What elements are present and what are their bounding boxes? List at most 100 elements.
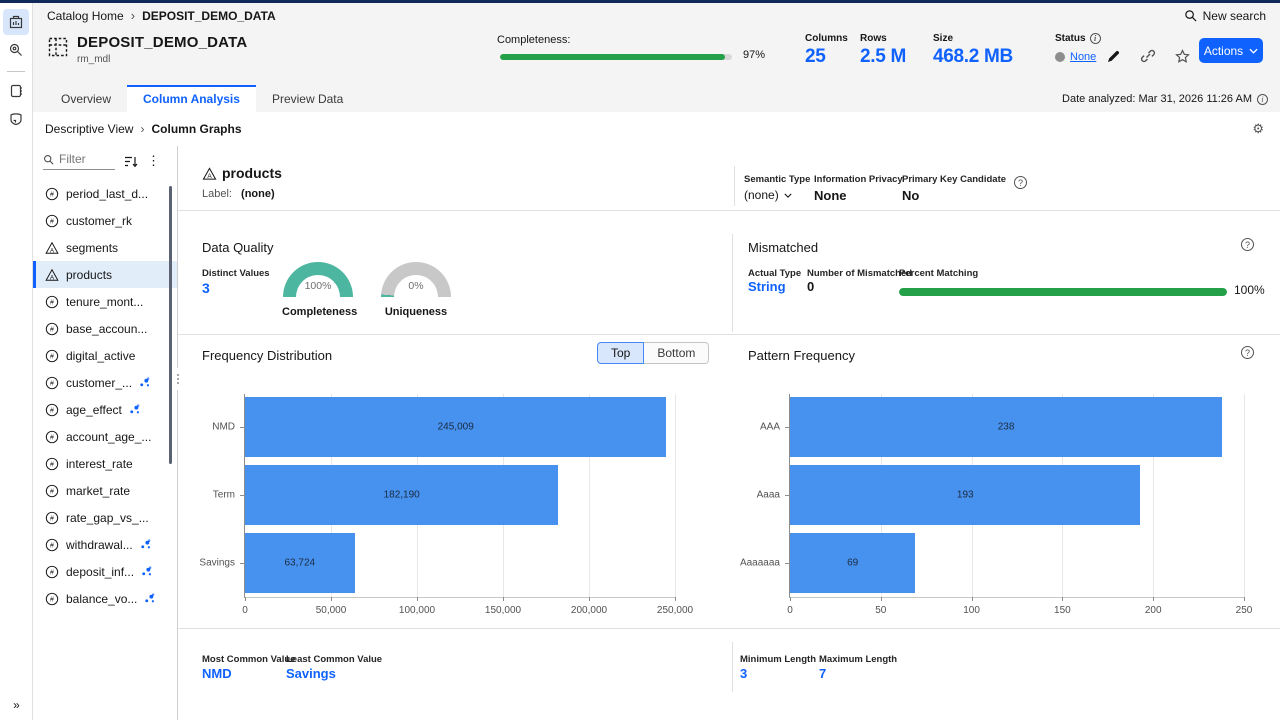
asset-header: DEPOSIT_DEMO_DATA rm_mdl Completeness: 9… (33, 28, 1280, 85)
catalog-icon[interactable] (3, 9, 29, 35)
stat-rows: Rows 2.5 M (860, 33, 906, 68)
percent-matching-progressbar (899, 288, 1227, 296)
axis-tick (785, 563, 789, 564)
bar-value-label: 245,009 (438, 422, 474, 433)
category-label: Aaaaaaa (740, 558, 780, 569)
discovery-icon[interactable] (3, 37, 29, 63)
axis-tick-label: 250,000 (657, 605, 693, 616)
sidebar-item-customer_[interactable]: # customer_... (33, 369, 177, 396)
number-of-mismatched-label: Number of Mismatched (807, 268, 912, 279)
expand-rail-icon[interactable]: » (0, 698, 33, 712)
gauge-arc: 0% (381, 262, 451, 297)
number-type-icon: # (45, 349, 59, 363)
toggle-bottom-button[interactable]: Bottom (644, 342, 709, 364)
link-icon[interactable] (1136, 44, 1160, 68)
help-icon[interactable]: ? (1241, 238, 1254, 251)
sort-icon[interactable] (124, 155, 138, 168)
svg-text:#: # (50, 380, 54, 387)
content-area: Descriptive View › Column Graphs ⚙ ⋮ (33, 112, 1280, 720)
sidebar-item-market_rate[interactable]: #market_rate (33, 477, 177, 504)
assets-icon[interactable] (3, 78, 29, 104)
breadcrumb-catalog-home[interactable]: Catalog Home (47, 9, 124, 23)
semantic-type-dropdown[interactable]: (none) (744, 188, 810, 202)
overflow-menu-icon[interactable]: ⋮ (147, 153, 160, 169)
pattern-frequency-title: Pattern Frequency (748, 348, 855, 363)
axis-tick-label: 200 (1145, 605, 1162, 616)
sidebar-item-withdrawal[interactable]: #withdrawal... (33, 531, 177, 558)
svg-text:#: # (50, 434, 54, 441)
svg-text:#: # (50, 353, 54, 360)
sidebar-item-deposit_inf[interactable]: #deposit_inf... (33, 558, 177, 585)
date-analyzed: Date analyzed: Mar 31, 2026 11:26 AM i (1062, 93, 1268, 105)
column-item-label: rate_gap_vs_... (66, 511, 149, 525)
svg-text:A: A (207, 173, 212, 180)
view-breadcrumb-current: Column Graphs (151, 122, 241, 136)
number-type-icon: # (45, 457, 59, 471)
data-asset-icon (47, 36, 69, 65)
gauge-value: 100% (283, 280, 353, 292)
status-value-link[interactable]: None (1070, 51, 1096, 63)
tab-overview[interactable]: Overview (45, 85, 127, 112)
tab-preview-data[interactable]: Preview Data (256, 85, 359, 112)
new-search-button[interactable]: New search (1184, 9, 1266, 23)
column-item-label: deposit_inf... (66, 565, 134, 579)
panel-resize-handle[interactable] (174, 368, 181, 390)
tab-column-analysis[interactable]: Column Analysis (127, 85, 256, 112)
semantic-type-block: Semantic Type (none) (744, 174, 810, 202)
sidebar-item-period_last_d[interactable]: #period_last_d... (33, 180, 177, 207)
sidebar-item-base_accoun[interactable]: #base_accoun... (33, 315, 177, 342)
sidebar-item-customer_rk[interactable]: #customer_rk (33, 207, 177, 234)
axis-tick (1153, 597, 1154, 601)
sidebar-item-balance_vo[interactable]: #balance_vo... (33, 585, 177, 612)
most-common-value: NMD (202, 666, 232, 681)
view-breadcrumb-parent[interactable]: Descriptive View (45, 122, 133, 136)
column-item-label: account_age_... (66, 430, 151, 444)
settings-gear-icon[interactable]: ⚙ (1252, 121, 1264, 137)
help-icon[interactable]: ? (1014, 176, 1027, 189)
bar-value-label: 63,724 (285, 558, 316, 569)
sidebar-item-segments[interactable]: Asegments (33, 234, 177, 261)
status-info-icon[interactable]: i (1090, 33, 1101, 44)
mismatched-title: Mismatched (748, 240, 818, 255)
date-info-icon[interactable]: i (1257, 94, 1268, 105)
bar-value-label: 238 (998, 422, 1015, 433)
actions-button[interactable]: Actions (1199, 38, 1263, 63)
breadcrumb: Catalog Home › DEPOSIT_DEMO_DATA (47, 8, 276, 23)
string-type-icon: A (45, 268, 59, 282)
number-type-icon: # (45, 187, 59, 201)
sidebar-scrollbar[interactable] (169, 186, 172, 464)
gauge-arc: 100% (283, 262, 353, 297)
status-block: Status i None (1055, 33, 1101, 63)
column-analysis-main: A products Label: (none) Semantic Type (… (178, 146, 1280, 720)
edit-icon[interactable] (1101, 44, 1125, 68)
sidebar-item-rate_gap_vs_[interactable]: #rate_gap_vs_... (33, 504, 177, 531)
svg-text:#: # (50, 326, 54, 333)
actual-type-value: String (748, 279, 786, 294)
sidebar-item-interest_rate[interactable]: # interest_rate (33, 450, 177, 477)
column-item-label: products (66, 268, 112, 282)
chevron-down-icon (784, 193, 792, 198)
column-item-label: balance_vo... (66, 592, 137, 606)
filter-input[interactable] (59, 152, 111, 166)
favorite-star-icon[interactable] (1170, 44, 1194, 68)
toggle-top-button[interactable]: Top (597, 342, 644, 364)
category-label: NMD (212, 422, 235, 433)
svg-text:#: # (50, 191, 54, 198)
governance-icon[interactable] (3, 106, 29, 132)
column-item-label: customer_... (66, 376, 132, 390)
gridline (1244, 394, 1245, 597)
axis-tick-label: 250 (1236, 605, 1253, 616)
help-icon[interactable]: ? (1241, 346, 1254, 359)
gauge-label: Completeness (282, 306, 354, 318)
axis-tick-label: 50,000 (316, 605, 347, 616)
rail-divider (7, 71, 25, 72)
sidebar-item-products[interactable]: Aproducts (33, 261, 177, 288)
number-type-icon: # (45, 214, 59, 228)
column-item-label: interest_rate (66, 457, 133, 471)
sidebar-item-digital_active[interactable]: #digital_active (33, 342, 177, 369)
svg-text:#: # (50, 299, 54, 306)
sidebar-item-tenure_mont[interactable]: #tenure_mont... (33, 288, 177, 315)
number-of-mismatched-value: 0 (807, 279, 814, 294)
sidebar-item-age_effect[interactable]: #age_effect (33, 396, 177, 423)
sidebar-item-account_age_[interactable]: # account_age_... (33, 423, 177, 450)
